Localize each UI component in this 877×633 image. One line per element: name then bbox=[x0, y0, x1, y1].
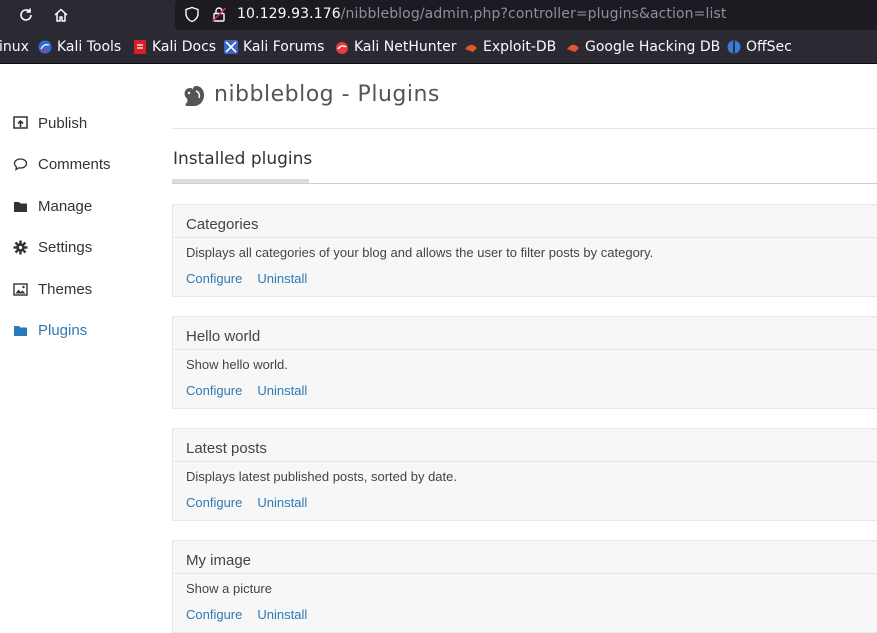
sidebar-item-label: Manage bbox=[38, 197, 93, 215]
bookmark-label: Kali Forums bbox=[243, 39, 325, 55]
sidebar-item-themes[interactable]: Themes bbox=[12, 277, 92, 301]
bookmark-google-hacking-db[interactable]: Google Hacking DB bbox=[566, 39, 720, 55]
url-text[interactable]: 10.129.93.176/nibbleblog/admin.php?contr… bbox=[237, 6, 726, 22]
bookmark-label: Exploit-DB bbox=[483, 39, 557, 55]
bookmark-label: Kali Docs bbox=[152, 39, 217, 55]
image-icon bbox=[12, 281, 28, 297]
reload-icon[interactable] bbox=[15, 4, 37, 26]
browser-toolbar: 10.129.93.176/nibbleblog/admin.php?contr… bbox=[0, 0, 877, 30]
plugin-actions: Configure Uninstall bbox=[186, 268, 322, 287]
bookmark-kali-tools[interactable]: Kali Tools bbox=[38, 39, 121, 55]
plugin-divider bbox=[173, 573, 877, 574]
page-header: nibbleblog - Plugins bbox=[172, 64, 877, 129]
plugin-divider bbox=[173, 349, 877, 350]
plugin-description: Show hello world. bbox=[186, 357, 288, 372]
url-path: /nibbleblog/admin.php?controller=plugins… bbox=[340, 6, 727, 22]
bookmark-label: inux bbox=[0, 39, 29, 55]
plugin-name: Latest posts bbox=[186, 440, 267, 457]
plugin-name: My image bbox=[186, 552, 252, 569]
plugin-actions: Configure Uninstall bbox=[186, 492, 322, 511]
configure-link[interactable]: Configure bbox=[186, 271, 242, 286]
plugin-description: Show a picture bbox=[186, 581, 272, 596]
plugin-description: Displays all categories of your blog and… bbox=[186, 245, 654, 260]
folder-icon bbox=[12, 198, 28, 214]
nibbleblog-logo-icon bbox=[182, 83, 206, 113]
bookmark-label: Google Hacking DB bbox=[585, 39, 721, 55]
plugin-panel-my-image: My image Show a picture Configure Uninsta… bbox=[172, 540, 877, 633]
configure-link[interactable]: Configure bbox=[186, 607, 242, 622]
plugin-actions: Configure Uninstall bbox=[186, 604, 322, 623]
sidebar-item-label: Themes bbox=[38, 280, 93, 298]
bookmark-label: Kali NetHunter bbox=[354, 39, 457, 55]
bookmark-kali-docs[interactable]: Kali Docs bbox=[133, 39, 216, 55]
plugin-divider bbox=[173, 237, 877, 238]
configure-link[interactable]: Configure bbox=[186, 383, 242, 398]
folder-icon bbox=[12, 322, 28, 338]
section-divider bbox=[172, 183, 877, 184]
bookmark-kali-forums[interactable]: Kali Forums bbox=[224, 39, 324, 55]
bookmark-offsec[interactable]: OffSec bbox=[727, 39, 792, 55]
ghdb-icon bbox=[566, 40, 580, 54]
url-host: 10.129.93.176 bbox=[237, 6, 341, 22]
sidebar-item-plugins[interactable]: Plugins bbox=[12, 318, 87, 342]
bookmark-kali-nethunter[interactable]: Kali NetHunter bbox=[335, 39, 456, 55]
bookmark-exploit-db[interactable]: Exploit-DB bbox=[464, 39, 556, 55]
offsec-icon bbox=[727, 40, 741, 54]
sidebar-item-publish[interactable]: Publish bbox=[12, 111, 87, 135]
bookmarks-bar: inux Kali Tools Kali Docs Kali Forums Ka… bbox=[0, 30, 877, 64]
bookmark-linux[interactable]: inux bbox=[0, 39, 29, 55]
shield-icon[interactable] bbox=[184, 6, 200, 27]
uninstall-link[interactable]: Uninstall bbox=[257, 607, 307, 622]
plugin-divider bbox=[173, 461, 877, 462]
uninstall-link[interactable]: Uninstall bbox=[257, 495, 307, 510]
plugin-panel-hello-world: Hello world Show hello world. Configure U… bbox=[172, 316, 877, 409]
plugin-panel-latest-posts: Latest posts Displays latest published p… bbox=[172, 428, 877, 521]
configure-link[interactable]: Configure bbox=[186, 495, 242, 510]
plugin-actions: Configure Uninstall bbox=[186, 380, 322, 399]
plugin-description: Displays latest published posts, sorted … bbox=[186, 469, 457, 484]
sidebar-item-manage[interactable]: Manage bbox=[12, 194, 92, 218]
kali-docs-icon bbox=[133, 40, 147, 54]
uninstall-link[interactable]: Uninstall bbox=[257, 383, 307, 398]
uninstall-link[interactable]: Uninstall bbox=[257, 271, 307, 286]
bookmark-label: Kali Tools bbox=[57, 39, 122, 55]
sidebar-item-label: Comments bbox=[38, 155, 111, 173]
bookmark-label: OffSec bbox=[746, 39, 792, 55]
plugin-panel-categories: Categories Displays all categories of yo… bbox=[172, 204, 877, 297]
sidebar-item-comments[interactable]: Comments bbox=[12, 152, 111, 176]
home-icon[interactable] bbox=[50, 4, 72, 26]
publish-icon bbox=[12, 115, 28, 131]
exploit-db-icon bbox=[464, 40, 478, 54]
url-bar[interactable]: 10.129.93.176/nibbleblog/admin.php?contr… bbox=[175, 0, 877, 30]
insecure-lock-icon[interactable] bbox=[211, 6, 227, 27]
sidebar-item-label: Publish bbox=[38, 114, 88, 132]
sidebar-item-label: Plugins bbox=[38, 321, 88, 339]
kali-nethunter-icon bbox=[335, 40, 349, 54]
plugin-name: Categories bbox=[186, 216, 259, 233]
kali-tools-icon bbox=[38, 40, 52, 54]
sidebar-item-settings[interactable]: Settings bbox=[12, 235, 92, 259]
section-tab-underline bbox=[172, 179, 309, 183]
kali-forums-icon bbox=[224, 40, 238, 54]
page-title: nibbleblog - Plugins bbox=[214, 82, 440, 107]
section-title: Installed plugins bbox=[173, 149, 313, 169]
gear-icon bbox=[12, 239, 28, 255]
comments-icon bbox=[12, 156, 28, 172]
plugin-name: Hello world bbox=[186, 328, 261, 345]
sidebar-item-label: Settings bbox=[38, 238, 93, 256]
